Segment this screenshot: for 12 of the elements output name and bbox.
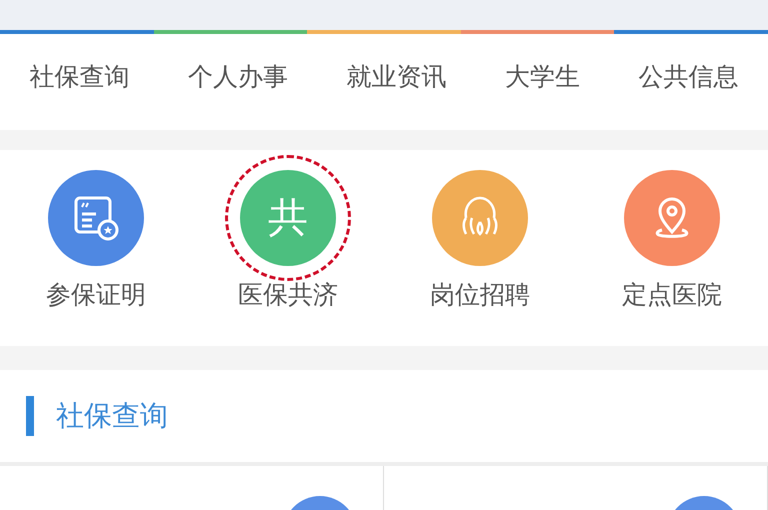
nav-tab[interactable]: 个人办事 — [188, 60, 288, 92]
nav-tab[interactable]: 社保查询 — [29, 60, 130, 92]
service-glyph: 共 — [268, 198, 308, 238]
section-marker — [26, 396, 34, 436]
section-title: 社保查询 — [56, 398, 168, 434]
nav-tab[interactable]: 大学生 — [505, 60, 580, 92]
service-label: 定点医院 — [622, 279, 722, 311]
service-label: 参保证明 — [46, 279, 146, 311]
service-label: 医保共济 — [238, 279, 338, 311]
service-label: 岗位招聘 — [430, 279, 530, 311]
nav-tab[interactable]: 公共信息 — [638, 60, 739, 92]
nav-tab[interactable]: 就业资讯 — [346, 60, 446, 92]
